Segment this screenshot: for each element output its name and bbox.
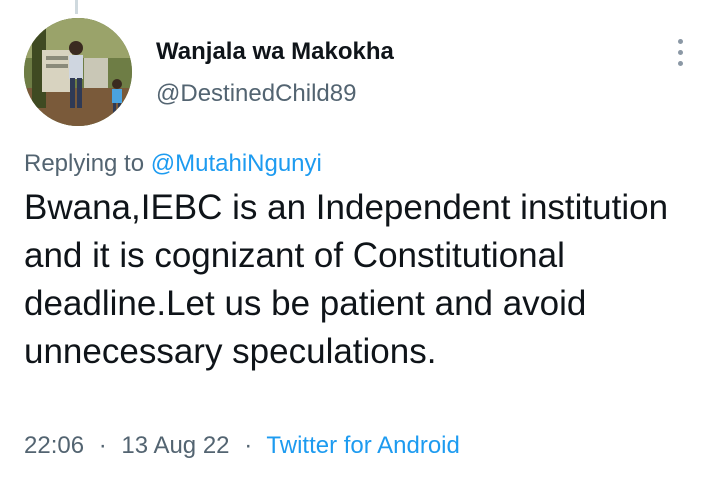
- avatar[interactable]: [24, 18, 132, 126]
- tweet-meta: 22:06 · 13 Aug 22 · Twitter for Android: [24, 432, 460, 460]
- more-dot: [677, 60, 683, 66]
- replying-to-line: Replying to @MutahiNgunyi: [24, 150, 322, 178]
- replying-prefix: Replying to: [24, 150, 145, 177]
- more-vertical-icon[interactable]: [668, 36, 692, 68]
- author-handle[interactable]: @DestinedChild89: [156, 80, 356, 108]
- tweet-time[interactable]: 22:06: [24, 432, 84, 459]
- replying-to-link[interactable]: @MutahiNgunyi: [151, 150, 322, 177]
- tweet-date[interactable]: 13 Aug 22: [121, 432, 229, 459]
- more-dot: [677, 38, 683, 44]
- tweet-text: Bwana,IEBC is an Independent institution…: [24, 188, 669, 371]
- author-name[interactable]: Wanjala wa Makokha: [156, 38, 394, 66]
- avatar-photo: [24, 18, 132, 126]
- tweet-source-link[interactable]: Twitter for Android: [266, 432, 459, 459]
- thread-connector-line: [75, 0, 78, 14]
- more-dot: [677, 49, 683, 55]
- meta-separator: ·: [98, 432, 107, 459]
- meta-separator: ·: [244, 432, 253, 459]
